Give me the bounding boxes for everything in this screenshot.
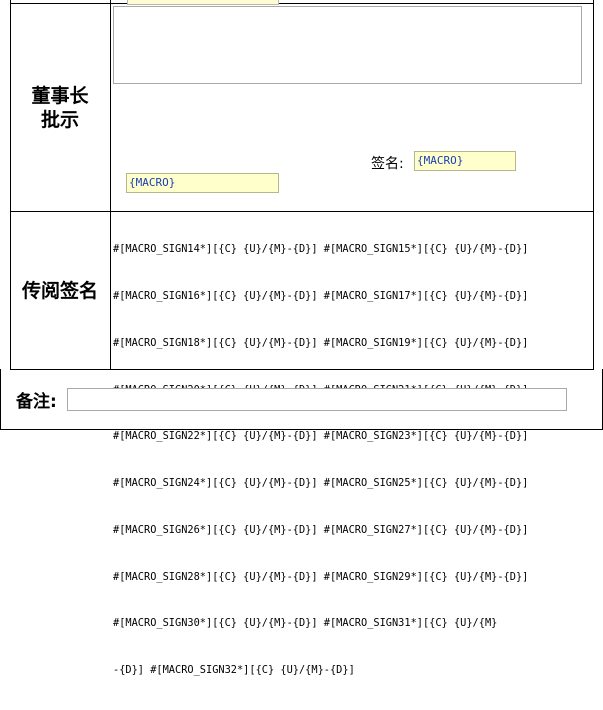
- circulate-sign-line: #[MACRO_SIGN30*][{C} {U}/{M}-{D}] #[MACR…: [113, 617, 498, 630]
- circulate-label: 传阅签名: [21, 279, 98, 302]
- remark-border-left: [0, 369, 1, 430]
- previous-row-input-stub[interactable]: [127, 0, 279, 5]
- remark-input[interactable]: [67, 388, 567, 411]
- approval-form: 董事长 批示 签名: {MACRO} {MACRO} 传阅签名 #[MACRO_…: [0, 0, 603, 676]
- chairman-sign-field[interactable]: {MACRO}: [414, 151, 516, 171]
- chairman-label-line2: 批示: [40, 108, 79, 131]
- chairman-comment-textarea[interactable]: [113, 6, 582, 84]
- form-border-right: [593, 0, 594, 370]
- circulate-sign-line: #[MACRO_SIGN18*][{C} {U}/{M}-{D}] #[MACR…: [113, 336, 529, 349]
- circulate-sign-line: -{D}] #[MACRO_SIGN32*][{C} {U}/{M}-{D}]: [113, 664, 355, 677]
- chairman-label: 董事长 批示: [10, 4, 110, 211]
- chairman-date-field[interactable]: {MACRO}: [126, 173, 279, 193]
- circulate-sign-list: #[MACRO_SIGN14*][{C} {U}/{M}-{D}] #[MACR…: [113, 211, 591, 710]
- circulate-sign-line: #[MACRO_SIGN24*][{C} {U}/{M}-{D}] #[MACR…: [113, 477, 529, 490]
- circulate-sign-line: #[MACRO_SIGN16*][{C} {U}/{M}-{D}] #[MACR…: [113, 289, 529, 302]
- circulate-sign-line: #[MACRO_SIGN26*][{C} {U}/{M}-{D}] #[MACR…: [113, 523, 529, 536]
- sign-label: 签名:: [371, 156, 404, 172]
- chairman-label-line1: 董事长: [31, 84, 89, 107]
- remark-label: 备注:: [16, 392, 57, 412]
- circulate-sign-line: #[MACRO_SIGN22*][{C} {U}/{M}-{D}] #[MACR…: [113, 430, 529, 443]
- label-column-divider: [110, 0, 111, 370]
- circulate-sign-line: #[MACRO_SIGN28*][{C} {U}/{M}-{D}] #[MACR…: [113, 570, 529, 583]
- circulate-sign-line: #[MACRO_SIGN14*][{C} {U}/{M}-{D}] #[MACR…: [113, 243, 529, 256]
